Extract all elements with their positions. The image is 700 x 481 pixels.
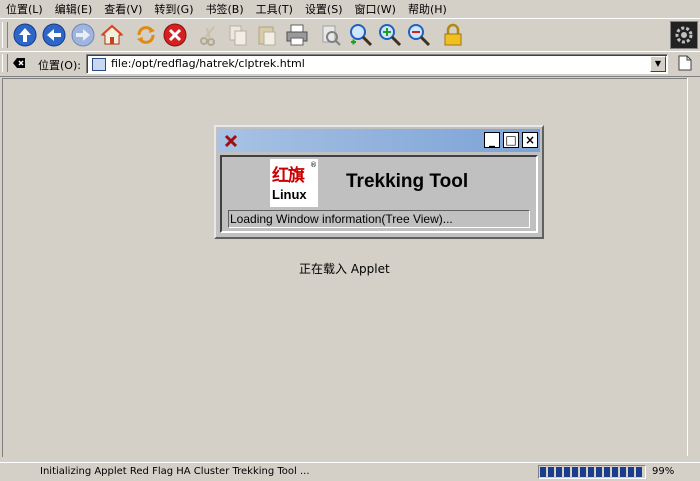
menu-edit[interactable]: 编辑(E) <box>49 1 99 17</box>
location-label: 位置(O): <box>38 59 81 72</box>
loading-applet-message: 正在载入 Applet <box>299 262 390 276</box>
forward-arrow-icon[interactable] <box>70 22 96 48</box>
logo-linux-text: Linux <box>272 187 307 202</box>
print-preview-icon[interactable] <box>318 22 344 48</box>
maximize-button[interactable]: □ <box>503 132 519 148</box>
zoom-in-icon[interactable] <box>377 22 403 48</box>
logo-chinese-text: 红旗 <box>272 166 305 186</box>
menu-view[interactable]: 查看(V) <box>98 1 148 17</box>
app-title: Trekking Tool <box>346 171 469 192</box>
status-text: Initializing Applet Red Flag HA Cluster … <box>40 466 310 477</box>
splash-titlebar[interactable]: _ □ × <box>218 129 540 152</box>
cut-icon[interactable] <box>196 22 222 48</box>
close-button[interactable]: × <box>522 132 538 148</box>
splash-body: 红旗 ® Linux Trekking Tool Loading Window … <box>220 155 538 233</box>
splash-status-text: Loading Window information(Tree View)... <box>230 212 453 226</box>
reload-icon[interactable] <box>133 22 159 48</box>
activity-throbber-icon[interactable] <box>670 21 698 49</box>
menu-location[interactable]: 位置(L) <box>0 1 49 17</box>
menu-bar: 位置(L) 编辑(E) 查看(V) 转到(G) 书签(B) 工具(T) 设置(S… <box>0 0 700 18</box>
print-icon[interactable] <box>284 22 310 48</box>
menu-help[interactable]: 帮助(H) <box>402 1 453 17</box>
home-icon[interactable] <box>99 22 125 48</box>
paste-icon[interactable] <box>254 22 280 48</box>
zoom-icon[interactable] <box>348 22 374 48</box>
window-menu-icon[interactable] <box>224 134 238 148</box>
zoom-out-icon[interactable] <box>406 22 432 48</box>
location-grip[interactable] <box>2 54 8 72</box>
progress-fill <box>540 467 643 477</box>
logo-registered-mark: ® <box>310 161 317 169</box>
location-url[interactable]: file:/opt/redflag/hatrek/clptrek.html <box>111 57 305 70</box>
page-favicon-icon <box>92 58 106 71</box>
menu-tools[interactable]: 工具(T) <box>250 1 299 17</box>
menu-bookmarks[interactable]: 书签(B) <box>199 1 249 17</box>
applet-splash-window: _ □ × 红旗 ® Linux Trekking Tool Loading W… <box>214 125 544 239</box>
clear-location-icon[interactable] <box>12 56 26 70</box>
location-bar: 位置(O): file:/opt/redflag/hatrek/clptrek.… <box>0 51 700 77</box>
status-bar: Initializing Applet Red Flag HA Cluster … <box>0 462 700 481</box>
stop-icon[interactable] <box>162 22 188 48</box>
splash-status-field: Loading Window information(Tree View)... <box>228 210 530 228</box>
menu-go[interactable]: 转到(G) <box>148 1 199 17</box>
up-arrow-icon[interactable] <box>12 22 38 48</box>
location-input[interactable]: file:/opt/redflag/hatrek/clptrek.html ▼ <box>86 54 668 74</box>
toolbar <box>0 18 700 52</box>
toolbar-grip[interactable] <box>2 22 8 48</box>
progress-bar <box>538 465 646 479</box>
menu-settings[interactable]: 设置(S) <box>299 1 349 17</box>
menu-window[interactable]: 窗口(W) <box>349 1 402 17</box>
red-flag-logo: 红旗 ® Linux <box>270 159 318 207</box>
minimize-button[interactable]: _ <box>484 132 500 148</box>
vertical-scrollbar[interactable] <box>687 78 700 456</box>
progress-label: 99% <box>652 466 675 477</box>
document-icon[interactable] <box>678 55 692 71</box>
back-arrow-icon[interactable] <box>41 22 67 48</box>
lock-icon[interactable] <box>440 22 466 48</box>
copy-icon[interactable] <box>225 22 251 48</box>
chevron-down-icon[interactable]: ▼ <box>650 56 666 72</box>
